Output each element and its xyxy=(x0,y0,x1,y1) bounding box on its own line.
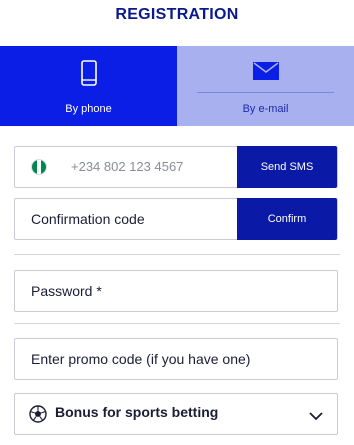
bonus-label: Bonus for sports betting xyxy=(55,404,219,420)
bonus-select[interactable]: Bonus for sports betting xyxy=(14,393,338,435)
password-field[interactable]: Password * xyxy=(14,270,338,312)
promo-code-placeholder: Enter promo code (if you have one) xyxy=(31,351,251,367)
tab-divider xyxy=(197,92,334,93)
confirm-button[interactable]: Confirm xyxy=(237,198,337,240)
tab-by-email-label: By e-mail xyxy=(242,103,289,115)
password-placeholder: Password * xyxy=(31,283,102,299)
page-title: REGISTRATION xyxy=(115,6,239,23)
send-sms-button[interactable]: Send SMS xyxy=(237,146,337,188)
divider xyxy=(14,323,340,324)
phone-field[interactable]: +234 802 123 4567 Send SMS xyxy=(14,146,338,188)
soccer-ball-icon xyxy=(29,405,47,428)
confirmation-code-placeholder: Confirmation code xyxy=(31,211,145,227)
tab-by-phone[interactable]: By phone xyxy=(0,46,177,126)
chevron-down-icon xyxy=(309,408,323,426)
phone-number-value: +234 802 123 4567 xyxy=(71,159,184,174)
nigeria-flag-icon xyxy=(31,159,47,175)
tab-by-phone-label: By phone xyxy=(65,103,112,115)
registration-tabs: By phone By e-mail xyxy=(0,46,354,126)
confirmation-code-field[interactable]: Confirmation code Confirm xyxy=(14,198,338,240)
tab-by-email[interactable]: By e-mail xyxy=(177,46,354,126)
phone-icon xyxy=(80,60,97,91)
promo-code-field[interactable]: Enter promo code (if you have one) xyxy=(14,338,338,380)
envelope-icon xyxy=(252,62,279,85)
divider xyxy=(14,254,340,255)
